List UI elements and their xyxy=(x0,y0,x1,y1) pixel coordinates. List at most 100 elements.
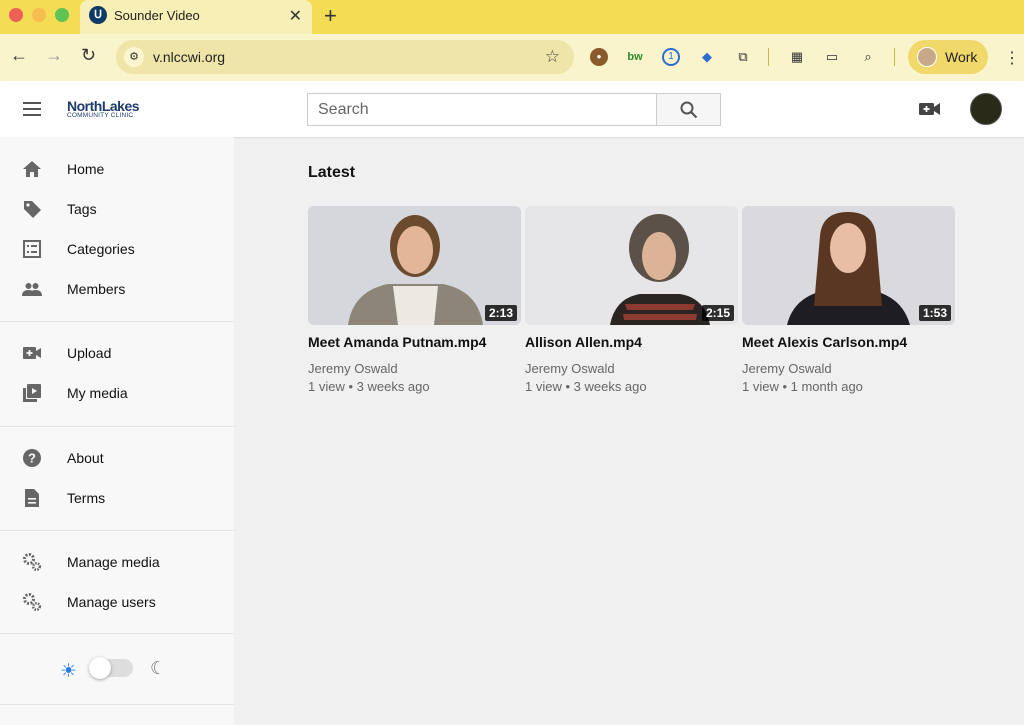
new-tab-button[interactable]: + xyxy=(324,3,337,29)
sidebar-item-label: Tags xyxy=(67,201,97,217)
video-card[interactable]: 1:53 Meet Alexis Carlson.mp4 Jeremy Oswa… xyxy=(742,206,955,406)
address-bar[interactable]: ⚙ v.nlccwi.org ☆ xyxy=(116,40,574,74)
video-author[interactable]: Jeremy Oswald xyxy=(525,361,615,376)
document-icon xyxy=(25,489,39,507)
sidebar-item-label: Terms xyxy=(67,490,106,506)
tag-extension-icon[interactable]: ◆ xyxy=(698,48,716,66)
bw-icon[interactable]: bw xyxy=(626,48,644,66)
sidebar-item-label: About xyxy=(67,450,104,466)
sidebar-item-label: Categories xyxy=(67,241,135,257)
cookie-icon[interactable]: • xyxy=(590,48,608,66)
reload-icon[interactable]: ↻ xyxy=(81,45,96,66)
svg-text:?: ? xyxy=(28,451,36,466)
sun-icon: ☀ xyxy=(60,661,78,682)
site-logo[interactable]: NorthLakes COMMUNITY CLINIC xyxy=(67,98,140,120)
search-input[interactable] xyxy=(308,94,656,125)
gears-icon xyxy=(23,593,42,612)
video-card[interactable]: 2:13 Meet Amanda Putnam.mp4 Jeremy Oswal… xyxy=(308,206,521,406)
sidebar-item-categories[interactable]: Categories xyxy=(0,230,234,268)
profile-avatar xyxy=(917,47,937,67)
sidebar-item-label: Upload xyxy=(67,345,112,361)
video-author[interactable]: Jeremy Oswald xyxy=(308,361,398,376)
user-avatar[interactable] xyxy=(970,93,1002,125)
upload-video-icon[interactable] xyxy=(919,102,941,116)
sidebar-divider xyxy=(0,321,234,322)
video-author[interactable]: Jeremy Oswald xyxy=(742,361,832,376)
sidebar-item-label: Manage users xyxy=(67,594,156,610)
profile-button[interactable]: Work xyxy=(908,40,988,74)
sidebar-item-label: Members xyxy=(67,281,126,297)
sidebar-divider xyxy=(0,426,234,427)
sidebar-divider xyxy=(0,530,234,531)
sidebar-item-upload[interactable]: Upload xyxy=(0,334,234,372)
video-thumbnail[interactable]: 1:53 xyxy=(742,206,955,325)
browser-menu-icon[interactable]: ⋮ xyxy=(1004,48,1020,68)
sidebar-item-members[interactable]: Members xyxy=(0,270,234,308)
close-tab-icon[interactable]: ✕ xyxy=(289,6,302,26)
video-duration: 2:13 xyxy=(484,305,517,321)
video-card[interactable]: 2:15 Allison Allen.mp4 Jeremy Oswald 1 v… xyxy=(525,206,738,406)
browser-toolbar: ← → ↻ ⚙ v.nlccwi.org ☆ • bw 1 ◆ ⧉ ▦ ▭ ⌕ … xyxy=(0,34,1024,81)
close-window-button[interactable] xyxy=(9,8,23,22)
sidebar-item-terms[interactable]: Terms xyxy=(0,479,234,517)
video-thumbnail[interactable]: 2:15 xyxy=(525,206,738,325)
browser-tab-bar: ᑌ Sounder Video ✕ + xyxy=(0,0,1024,34)
logo-main-text: NorthLakes xyxy=(67,98,140,114)
media-library-icon xyxy=(23,384,41,402)
toolbar-divider xyxy=(768,48,769,66)
password-manager-icon[interactable]: 1 xyxy=(662,48,680,66)
sidebar-item-my-media[interactable]: My media xyxy=(0,374,234,412)
forward-icon[interactable]: → xyxy=(45,45,63,66)
theme-toggle[interactable] xyxy=(89,657,133,679)
back-icon[interactable]: ← xyxy=(10,45,28,66)
sidebar-item-about[interactable]: ? About xyxy=(0,439,234,477)
home-icon xyxy=(23,161,41,177)
site-settings-icon[interactable]: ⚙ xyxy=(124,47,144,67)
sidebar-item-label: Home xyxy=(67,161,105,177)
sidebar: Home Tags Categories Members Upload My m… xyxy=(0,137,234,725)
moon-icon: ☾ xyxy=(150,658,167,678)
tag-icon xyxy=(24,201,41,218)
url-text[interactable]: v.nlccwi.org xyxy=(153,49,225,65)
search-box xyxy=(307,93,657,126)
hamburger-menu-icon[interactable] xyxy=(23,102,41,116)
search-button[interactable] xyxy=(656,93,721,126)
maximize-window-button[interactable] xyxy=(55,8,69,22)
browser-tab[interactable]: ᑌ Sounder Video ✕ xyxy=(80,0,312,34)
video-duration: 1:53 xyxy=(918,305,951,321)
qr-code-icon[interactable]: ▦ xyxy=(788,48,806,66)
puzzle-icon[interactable]: ⧉ xyxy=(734,48,752,66)
tab-title: Sounder Video xyxy=(114,8,200,23)
video-meta: 1 view • 1 month ago xyxy=(742,379,863,394)
search-page-icon[interactable]: ⌕ xyxy=(859,48,877,66)
video-duration: 2:15 xyxy=(701,305,734,321)
sidebar-divider xyxy=(0,704,234,705)
video-title[interactable]: Meet Amanda Putnam.mp4 xyxy=(308,334,486,350)
video-title[interactable]: Allison Allen.mp4 xyxy=(525,334,642,350)
video-add-icon xyxy=(23,347,41,359)
sidebar-item-manage-media[interactable]: Manage media xyxy=(0,543,234,581)
video-meta: 1 view • 3 weeks ago xyxy=(308,379,430,394)
theme-toggle-knob xyxy=(89,657,111,679)
list-icon xyxy=(23,240,41,258)
sidebar-item-label: My media xyxy=(67,385,128,401)
video-thumbnail[interactable]: 2:13 xyxy=(308,206,521,325)
sidebar-item-tags[interactable]: Tags xyxy=(0,190,234,228)
section-title: Latest xyxy=(308,164,356,181)
video-title[interactable]: Meet Alexis Carlson.mp4 xyxy=(742,334,907,350)
cast-icon[interactable]: ▭ xyxy=(823,48,841,66)
people-icon xyxy=(22,283,42,296)
sidebar-item-home[interactable]: Home xyxy=(0,150,234,188)
toolbar-divider xyxy=(894,48,895,66)
app-header: NorthLakes COMMUNITY CLINIC xyxy=(0,81,1024,137)
minimize-window-button[interactable] xyxy=(32,8,46,22)
search-icon xyxy=(680,101,698,119)
video-meta: 1 view • 3 weeks ago xyxy=(525,379,647,394)
help-icon: ? xyxy=(23,449,41,467)
gears-icon xyxy=(23,553,42,572)
sidebar-item-manage-users[interactable]: Manage users xyxy=(0,583,234,621)
profile-label: Work xyxy=(945,49,978,65)
sounder-logo-icon: ᑌ xyxy=(89,6,107,24)
bookmark-star-icon[interactable]: ☆ xyxy=(545,47,560,67)
sidebar-item-label: Manage media xyxy=(67,554,160,570)
